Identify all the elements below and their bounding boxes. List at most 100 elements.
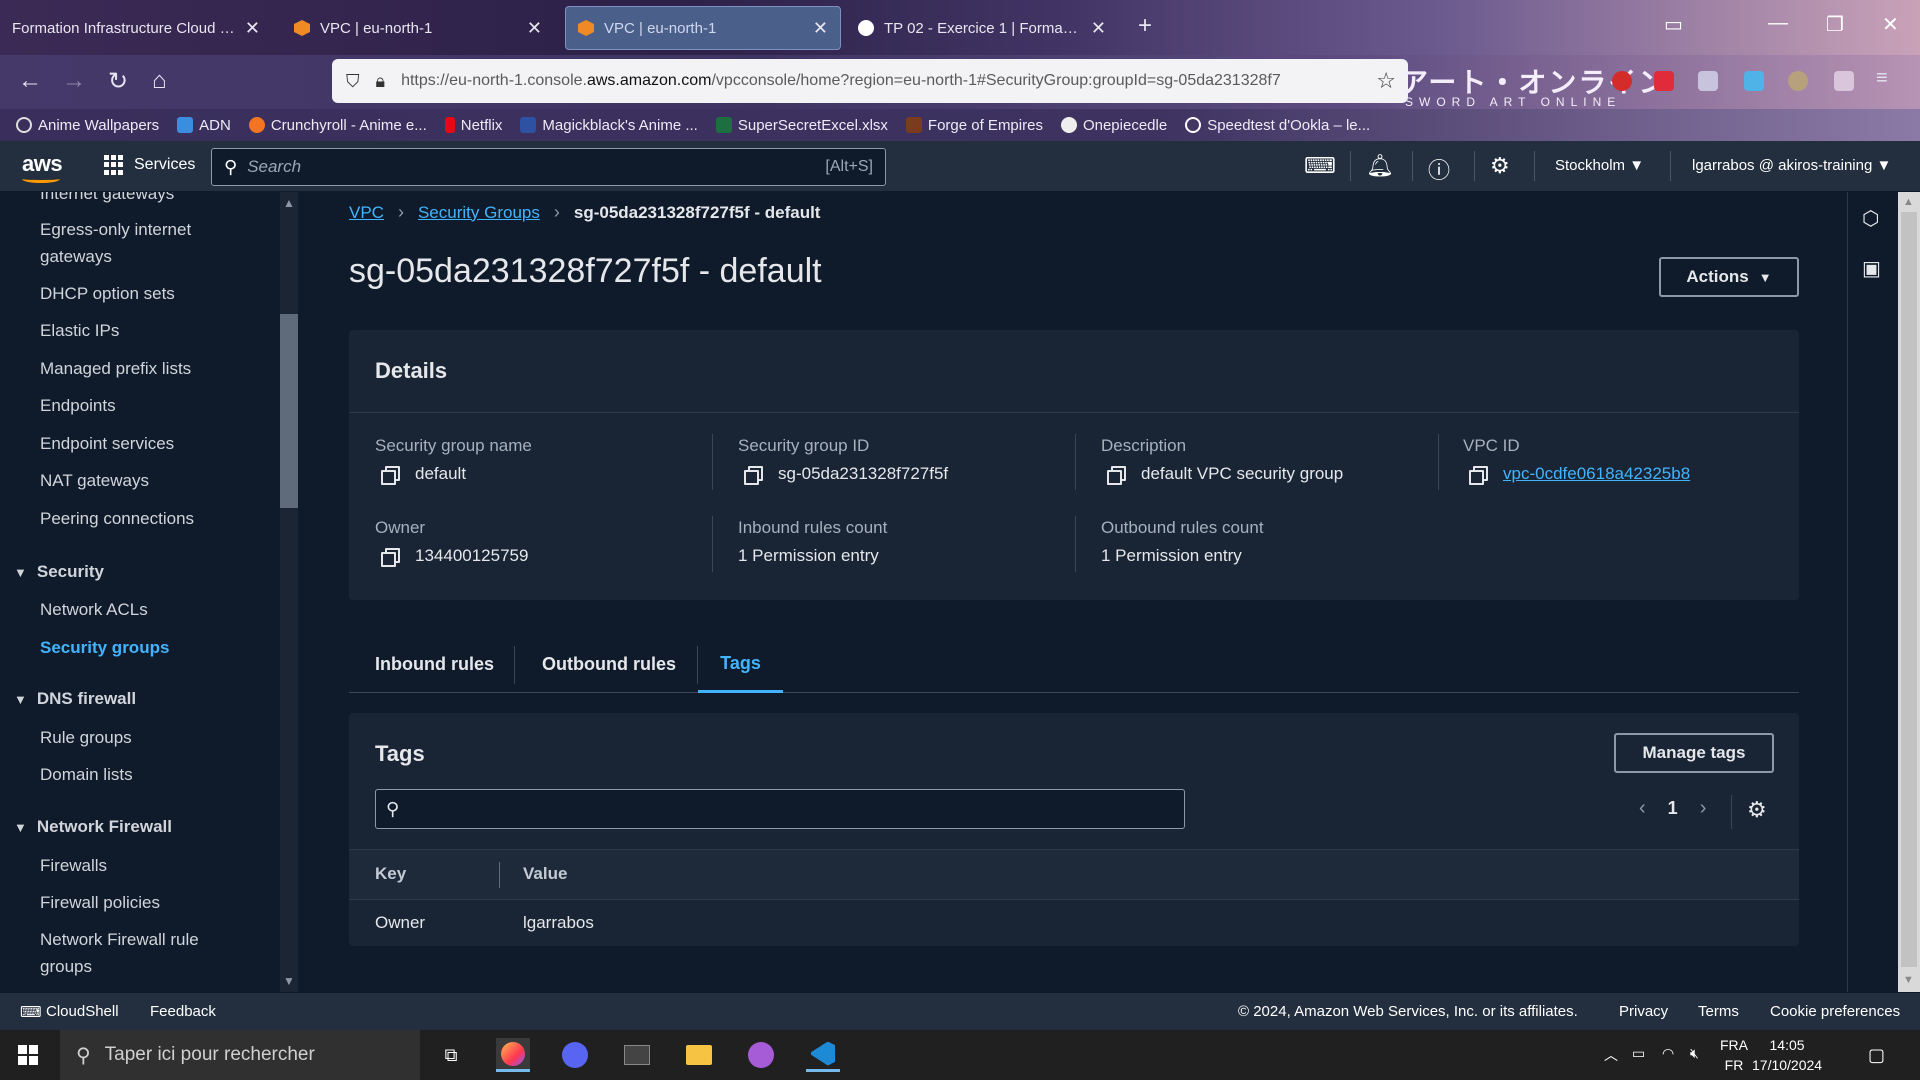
home-icon[interactable]: ⌂: [152, 67, 167, 95]
bookmark-item[interactable]: Anime Wallpapers: [16, 117, 159, 134]
sidebar-item-elastic-ips[interactable]: Elastic IPs: [40, 317, 230, 344]
close-icon[interactable]: ✕: [813, 18, 828, 39]
extensions-icon[interactable]: [1834, 71, 1854, 91]
col-key[interactable]: Key: [375, 864, 406, 884]
extension-lock-icon[interactable]: [1654, 71, 1674, 91]
lock-icon[interactable]: 🔒︎: [376, 71, 386, 92]
cloudshell-icon[interactable]: ⌨: [1304, 153, 1336, 179]
sidebar-group-dns-firewall[interactable]: ▼ DNS firewall: [14, 689, 136, 709]
forward-icon[interactable]: →: [62, 67, 86, 95]
back-icon[interactable]: ←: [18, 67, 42, 95]
github-icon[interactable]: [744, 1038, 778, 1072]
bookmark-item[interactable]: Netflix: [444, 117, 502, 134]
vscode-icon[interactable]: [806, 1038, 840, 1072]
gear-icon[interactable]: ⚙: [1490, 153, 1510, 179]
col-value[interactable]: Value: [523, 864, 567, 884]
account-menu[interactable]: lgarrabos @ akiros-training ▼: [1692, 157, 1891, 174]
copy-icon[interactable]: [381, 548, 400, 567]
bookmark-item[interactable]: ADN: [177, 117, 231, 134]
sidebar-group-network-firewall[interactable]: ▼ Network Firewall: [14, 817, 172, 837]
tab-inbound-rules[interactable]: Inbound rules: [375, 636, 494, 693]
discord-icon[interactable]: [558, 1038, 592, 1072]
task-view-icon[interactable]: ⧉: [434, 1038, 468, 1072]
clock[interactable]: 14:05 17/10/2024: [1752, 1035, 1822, 1075]
extension-translate-icon[interactable]: [1698, 71, 1718, 91]
browser-tab-vpc-2[interactable]: VPC | eu-north-1 ✕: [565, 6, 841, 50]
close-window-button[interactable]: ✕: [1882, 12, 1899, 37]
chevron-right-icon[interactable]: ›: [1700, 797, 1707, 820]
meet-now-icon[interactable]: ▭: [1632, 1045, 1645, 1062]
sidebar-scroll-thumb[interactable]: [280, 314, 298, 508]
volume-muted-icon[interactable]: 🔇︎: [1690, 1045, 1699, 1062]
network-icon[interactable]: ◠: [1662, 1045, 1674, 1062]
notifications-icon[interactable]: ▢: [1868, 1045, 1885, 1066]
language-indicator[interactable]: FRA FR: [1720, 1035, 1748, 1075]
info-panel-icon[interactable]: ⬡: [1862, 206, 1879, 231]
manage-tags-button[interactable]: Manage tags: [1614, 733, 1774, 773]
breadcrumb-security-groups[interactable]: Security Groups: [418, 203, 540, 223]
chevron-up-icon[interactable]: ︿: [1604, 1045, 1618, 1065]
close-icon[interactable]: ✕: [527, 18, 542, 39]
browser-tab-formation[interactable]: Formation Infrastructure Cloud - Ré ✕: [0, 6, 272, 50]
tags-filter-input[interactable]: ⚲: [375, 789, 1185, 829]
url-bar[interactable]: ⛉ 🔒︎ https://eu-north-1.console.aws.amaz…: [332, 59, 1408, 103]
feedback-link[interactable]: Feedback: [150, 1003, 216, 1020]
minimize-button[interactable]: —: [1768, 12, 1788, 35]
tab-tags[interactable]: Tags: [698, 636, 783, 693]
sidebar-item-security-groups[interactable]: Security groups: [40, 634, 230, 661]
region-selector[interactable]: Stockholm ▼: [1555, 157, 1644, 174]
bookmark-item[interactable]: Onepiecedle: [1060, 117, 1167, 134]
sidebar-scrollbar[interactable]: [280, 192, 298, 992]
sidebar-item-nat-gateways[interactable]: NAT gateways: [40, 467, 230, 494]
bookmark-item[interactable]: Crunchyroll - Anime e...: [248, 117, 427, 134]
file-explorer-icon[interactable]: [682, 1038, 716, 1072]
terminal-icon[interactable]: [620, 1038, 654, 1072]
browser-tab-vpc-1[interactable]: VPC | eu-north-1 ✕: [282, 6, 554, 50]
sidebar-item-endpoints[interactable]: Endpoints: [40, 392, 230, 419]
url-text[interactable]: https://eu-north-1.console.aws.amazon.co…: [401, 72, 1364, 90]
cloudshell-link[interactable]: CloudShell: [46, 1003, 119, 1020]
extension-puzzle-icon[interactable]: [1744, 71, 1764, 91]
sidebar-item-egress-only-gateways[interactable]: Egress-only internet gateways: [40, 216, 230, 270]
extension-adblock-icon[interactable]: [1612, 71, 1632, 91]
bookmark-item[interactable]: Forge of Empires: [905, 117, 1043, 134]
scroll-down-icon[interactable]: ▼: [1903, 974, 1914, 986]
help-icon[interactable]: ⓘ: [1428, 153, 1450, 185]
bookmark-item[interactable]: Speedtest d'Ookla – le...: [1185, 117, 1370, 134]
page-scrollbar[interactable]: ▲ ▼: [1898, 192, 1920, 992]
close-icon[interactable]: ✕: [245, 18, 260, 39]
windows-start-icon[interactable]: [18, 1045, 38, 1065]
bookmark-star-icon[interactable]: ☆: [1376, 68, 1396, 94]
gear-icon[interactable]: ⚙: [1747, 797, 1767, 823]
copy-icon[interactable]: [381, 466, 400, 485]
menu-icon[interactable]: ≡: [1876, 67, 1888, 90]
extension-mask-icon[interactable]: [1788, 71, 1808, 91]
maximize-button[interactable]: ❐: [1826, 12, 1844, 37]
taskbar-search-input[interactable]: ⚲ Taper ici pour rechercher: [60, 1030, 420, 1080]
sidebar-item-endpoint-services[interactable]: Endpoint services: [40, 430, 230, 457]
scroll-down-icon[interactable]: ▼: [283, 974, 295, 988]
copy-icon[interactable]: [1107, 466, 1126, 485]
reload-icon[interactable]: ↻: [108, 67, 128, 96]
page-scroll-thumb[interactable]: [1901, 212, 1917, 967]
chevron-left-icon[interactable]: ‹: [1639, 797, 1646, 820]
close-icon[interactable]: ✕: [1091, 18, 1106, 39]
sidebar-item-nfw-rule-groups[interactable]: Network Firewall rule groups: [40, 926, 230, 980]
feedback-panel-icon[interactable]: ▣: [1862, 256, 1881, 281]
shield-icon[interactable]: ⛉: [346, 71, 360, 92]
cookie-preferences-link[interactable]: Cookie preferences: [1770, 1003, 1900, 1020]
breadcrumb-vpc[interactable]: VPC: [349, 203, 384, 223]
sidebar-item-firewall-policies[interactable]: Firewall policies: [40, 889, 230, 916]
tab-outbound-rules[interactable]: Outbound rules: [542, 636, 676, 693]
bookmark-item[interactable]: Magickblack's Anime ...: [520, 117, 698, 134]
firefox-icon[interactable]: [496, 1038, 530, 1072]
new-tab-button[interactable]: +: [1138, 12, 1152, 40]
scroll-up-icon[interactable]: ▲: [1903, 196, 1914, 208]
sidebar-item-network-acls[interactable]: Network ACLs: [40, 596, 230, 623]
privacy-link[interactable]: Privacy: [1619, 1003, 1668, 1020]
terms-link[interactable]: Terms: [1698, 1003, 1739, 1020]
vpc-id-link[interactable]: vpc-0cdfe0618a42325b8: [1503, 464, 1690, 484]
sidebar-item-firewalls[interactable]: Firewalls: [40, 852, 230, 879]
sidebar-item-peering[interactable]: Peering connections: [40, 505, 230, 532]
sidebar-item-prefix-lists[interactable]: Managed prefix lists: [40, 355, 230, 382]
